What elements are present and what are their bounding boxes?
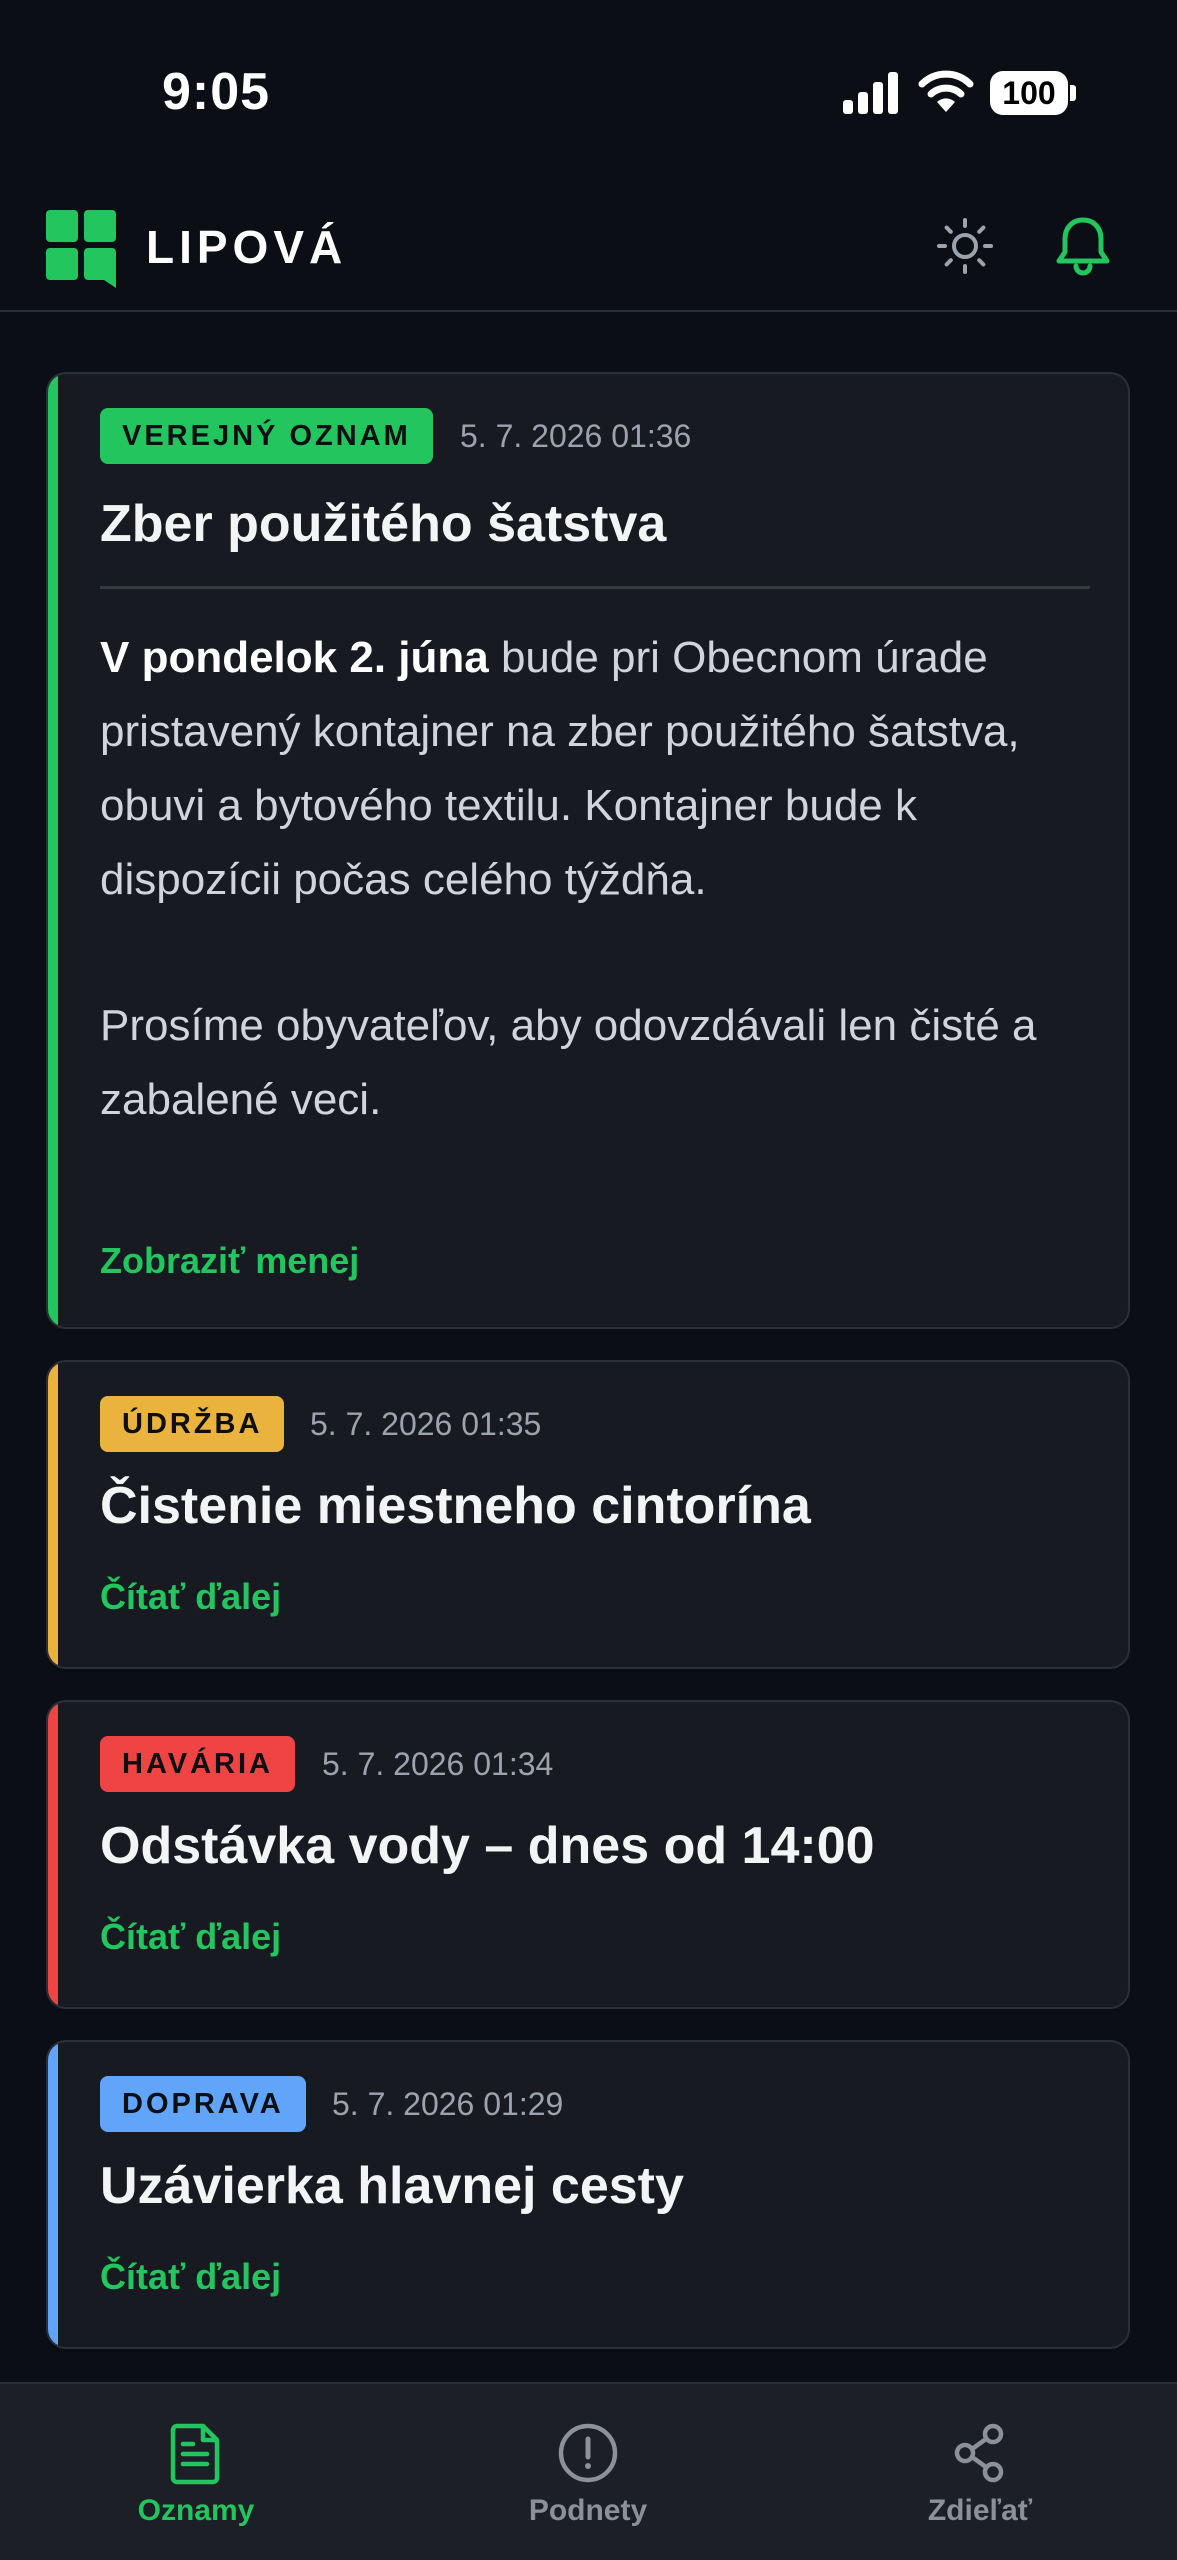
- post-title: Čistenie miestneho cintorína: [100, 1477, 811, 1535]
- post-body: V pondelok 2. júna bude pri Obecnom úrad…: [100, 621, 1110, 1137]
- battery-level: 100: [1002, 75, 1056, 111]
- card-accent: [48, 1702, 58, 2007]
- category-badge: HAVÁRIA: [100, 1736, 295, 1792]
- post-title: Odstávka vody – dnes od 14:00: [100, 1817, 875, 1875]
- read-more-link[interactable]: Čítať ďalej: [100, 2256, 281, 2298]
- nav-label: Zdieľať: [927, 2494, 1033, 2527]
- read-more-link[interactable]: Čítať ďalej: [100, 1576, 281, 1618]
- post-card[interactable]: VEREJNÝ OZNAM 5. 7. 2026 01:36 Zber použ…: [46, 372, 1130, 1329]
- category-badge: ÚDRŽBA: [100, 1396, 285, 1452]
- app-title: LIPOVÁ: [146, 221, 348, 273]
- post-card[interactable]: ÚDRŽBA 5. 7. 2026 01:35 Čistenie miestne…: [46, 1360, 1130, 1669]
- status-bar: 9:05 100: [0, 0, 1177, 190]
- show-less-link[interactable]: Zobraziť menej: [100, 1240, 359, 1282]
- post-date: 5. 7. 2026 01:35: [310, 1406, 542, 1442]
- nav-label: Podnety: [528, 2494, 648, 2527]
- battery-indicator: 100: [990, 71, 1076, 115]
- sun-icon[interactable]: [935, 216, 995, 276]
- app-header: LIPOVÁ: [0, 190, 1177, 312]
- nav-item-share[interactable]: Zdieľať: [784, 2384, 1176, 2560]
- post-date: 5. 7. 2026 01:29: [332, 2086, 564, 2122]
- nav-item-announcements[interactable]: Oznamy: [0, 2384, 392, 2560]
- post-body-paragraph-2: Prosíme obyvateľov, aby odovzdávali len …: [100, 1001, 1037, 1124]
- post-card[interactable]: HAVÁRIA 5. 7. 2026 01:34 Odstávka vody –…: [46, 1700, 1130, 2009]
- read-more-link[interactable]: Čítať ďalej: [100, 1916, 281, 1958]
- card-accent: [48, 1362, 58, 1667]
- wifi-icon: [918, 70, 974, 112]
- bottom-nav: Oznamy Podnety Zdieľať: [0, 2382, 1177, 2560]
- post-title: Uzávierka hlavnej cesty: [100, 2157, 684, 2215]
- post-body-paragraph: V pondelok 2. júna bude pri Obecnom úrad…: [100, 621, 1110, 917]
- post-card[interactable]: DOPRAVA 5. 7. 2026 01:29 Uzávierka hlavn…: [46, 2040, 1130, 2349]
- app-screen: 9:05 100 LIPOVÁ VEREJNÝ OZNAM 5. 7. 2026…: [0, 0, 1177, 2560]
- post-title: Zber použitého šatstva: [100, 495, 667, 553]
- share-icon: [954, 2423, 1004, 2483]
- signal-icon: [843, 72, 898, 114]
- category-badge: VEREJNÝ OZNAM: [100, 408, 433, 464]
- card-accent: [48, 374, 58, 1327]
- post-body-emphasis: V pondelok 2. júna: [100, 633, 489, 682]
- post-date: 5. 7. 2026 01:34: [322, 1746, 554, 1782]
- bell-icon[interactable]: [1052, 214, 1114, 278]
- document-icon: [170, 2423, 220, 2485]
- status-time: 9:05: [162, 63, 271, 121]
- category-badge: DOPRAVA: [100, 2076, 306, 2132]
- divider: [100, 586, 1090, 589]
- alert-circle-icon: [558, 2423, 618, 2483]
- logo-icon: [46, 210, 116, 288]
- nav-label: Oznamy: [137, 2494, 255, 2527]
- nav-item-reports[interactable]: Podnety: [392, 2384, 784, 2560]
- card-accent: [48, 2042, 58, 2347]
- post-date: 5. 7. 2026 01:36: [460, 418, 692, 454]
